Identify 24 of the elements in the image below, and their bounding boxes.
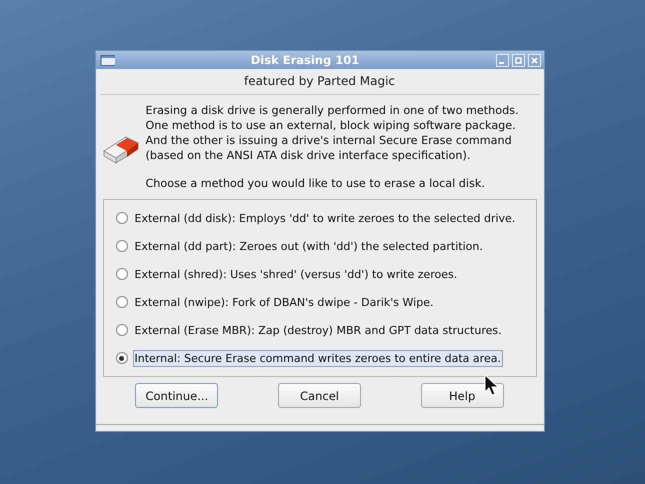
window-menu-icon[interactable] <box>98 54 114 66</box>
instruction-text: Choose a method you would like to use to erase a local disk. <box>146 176 486 191</box>
close-icon[interactable] <box>528 54 540 66</box>
mouse-cursor-icon <box>484 374 500 398</box>
method-option[interactable]: External (dd disk): Employs 'dd' to write zeroes to the selected drive. <box>132 210 518 226</box>
maximize-icon[interactable] <box>512 54 524 66</box>
dialog-button[interactable]: Help <box>420 383 504 408</box>
radio-button[interactable] <box>116 352 128 364</box>
radio-button[interactable] <box>116 212 128 224</box>
dialog-button[interactable]: Continue... <box>135 383 218 408</box>
method-option[interactable]: External (dd part): Zeroes out (with 'dd') the selected partition. <box>132 238 485 254</box>
subtitle: featured by Parted Magic <box>100 69 540 95</box>
radio-button[interactable] <box>116 296 128 308</box>
method-option[interactable]: External (shred): Uses 'shred' (versus 'dd') to write zeroes. <box>132 266 460 282</box>
method-option[interactable]: External (nwipe): Fork of DBAN's dwipe - Darik's Wipe. <box>132 294 436 310</box>
radio-button[interactable] <box>116 240 128 252</box>
minimize-icon[interactable] <box>496 54 508 66</box>
method-option[interactable]: Internal: Secure Erase command writes zeroes to entire data area. <box>132 350 503 366</box>
window-title: Disk Erasing 101 <box>250 53 360 67</box>
radio-button[interactable] <box>116 324 128 336</box>
radio-button[interactable] <box>116 268 128 280</box>
intro-paragraph: Erasing a disk drive is generally performed in one of two methods. One method is to use an external, block wiping software package. And the other is issuing a drive's internal Secure Erase command (based on the ANSI ATA disk drive interface specification). <box>146 103 519 163</box>
dialog-button[interactable]: Cancel <box>278 383 361 408</box>
method-option[interactable]: External (Erase MBR): Zap (destroy) MBR and GPT data structures. <box>132 322 504 338</box>
